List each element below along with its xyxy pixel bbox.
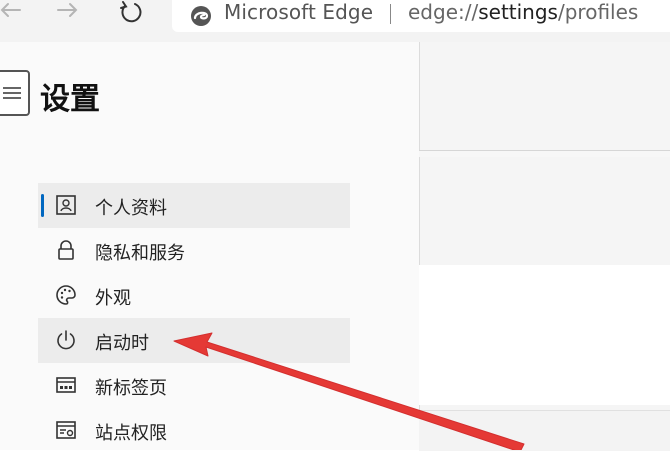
- nav-item-profiles[interactable]: 个人资料: [38, 183, 350, 228]
- url-text[interactable]: edge://settings/profiles: [408, 0, 638, 24]
- nav-item-label: 外观: [95, 288, 131, 309]
- arrow-right-icon: [57, 3, 78, 17]
- palette-icon: [56, 285, 76, 305]
- url-host: settings: [478, 0, 558, 24]
- settings-sidebar: 设置 个人资料 隐私和服务 外观 启动时 新标签页 站点权限: [0, 42, 419, 450]
- power-icon: [57, 330, 75, 350]
- content-card: [419, 265, 670, 405]
- refresh-icon: [120, 1, 142, 23]
- lock-icon: [58, 240, 74, 260]
- browser-toolbar: Microsoft Edge edge://settings/profiles: [0, 0, 670, 42]
- hamburger-icon: [3, 87, 21, 99]
- page-title: 设置: [40, 82, 100, 117]
- back-button[interactable]: [0, 0, 36, 28]
- profile-icon: [56, 195, 76, 215]
- address-divider: [390, 4, 391, 24]
- edge-logo-icon: [191, 6, 211, 26]
- nav-item-appearance[interactable]: 外观: [38, 273, 350, 318]
- site-name: Microsoft Edge: [224, 0, 374, 24]
- nav-item-label: 隐私和服务: [95, 243, 185, 264]
- nav-item-on-startup[interactable]: 启动时: [38, 318, 350, 363]
- nav-item-label: 启动时: [95, 333, 149, 354]
- selected-indicator: [41, 194, 44, 217]
- site-permissions-icon: [56, 421, 76, 439]
- forward-button[interactable]: [52, 0, 92, 28]
- nav-item-privacy[interactable]: 隐私和服务: [38, 228, 350, 273]
- settings-nav: 个人资料 隐私和服务 外观 启动时 新标签页 站点权限: [38, 183, 350, 453]
- refresh-button[interactable]: [114, 0, 154, 28]
- nav-item-label: 新标签页: [95, 378, 167, 399]
- nav-item-site-permissions[interactable]: 站点权限: [38, 408, 350, 453]
- url-path: /profiles: [557, 0, 639, 24]
- arrow-left-icon: [0, 3, 21, 17]
- content-card: [419, 410, 670, 451]
- nav-item-label: 个人资料: [95, 198, 167, 219]
- url-scheme: edge://: [408, 0, 479, 24]
- nav-item-new-tab[interactable]: 新标签页: [38, 363, 350, 408]
- address-bar[interactable]: Microsoft Edge edge://settings/profiles: [172, 0, 670, 32]
- content-card: [419, 150, 670, 157]
- new-tab-icon: [56, 377, 76, 393]
- menu-toggle-button[interactable]: [0, 70, 30, 116]
- nav-item-label: 站点权限: [95, 423, 167, 444]
